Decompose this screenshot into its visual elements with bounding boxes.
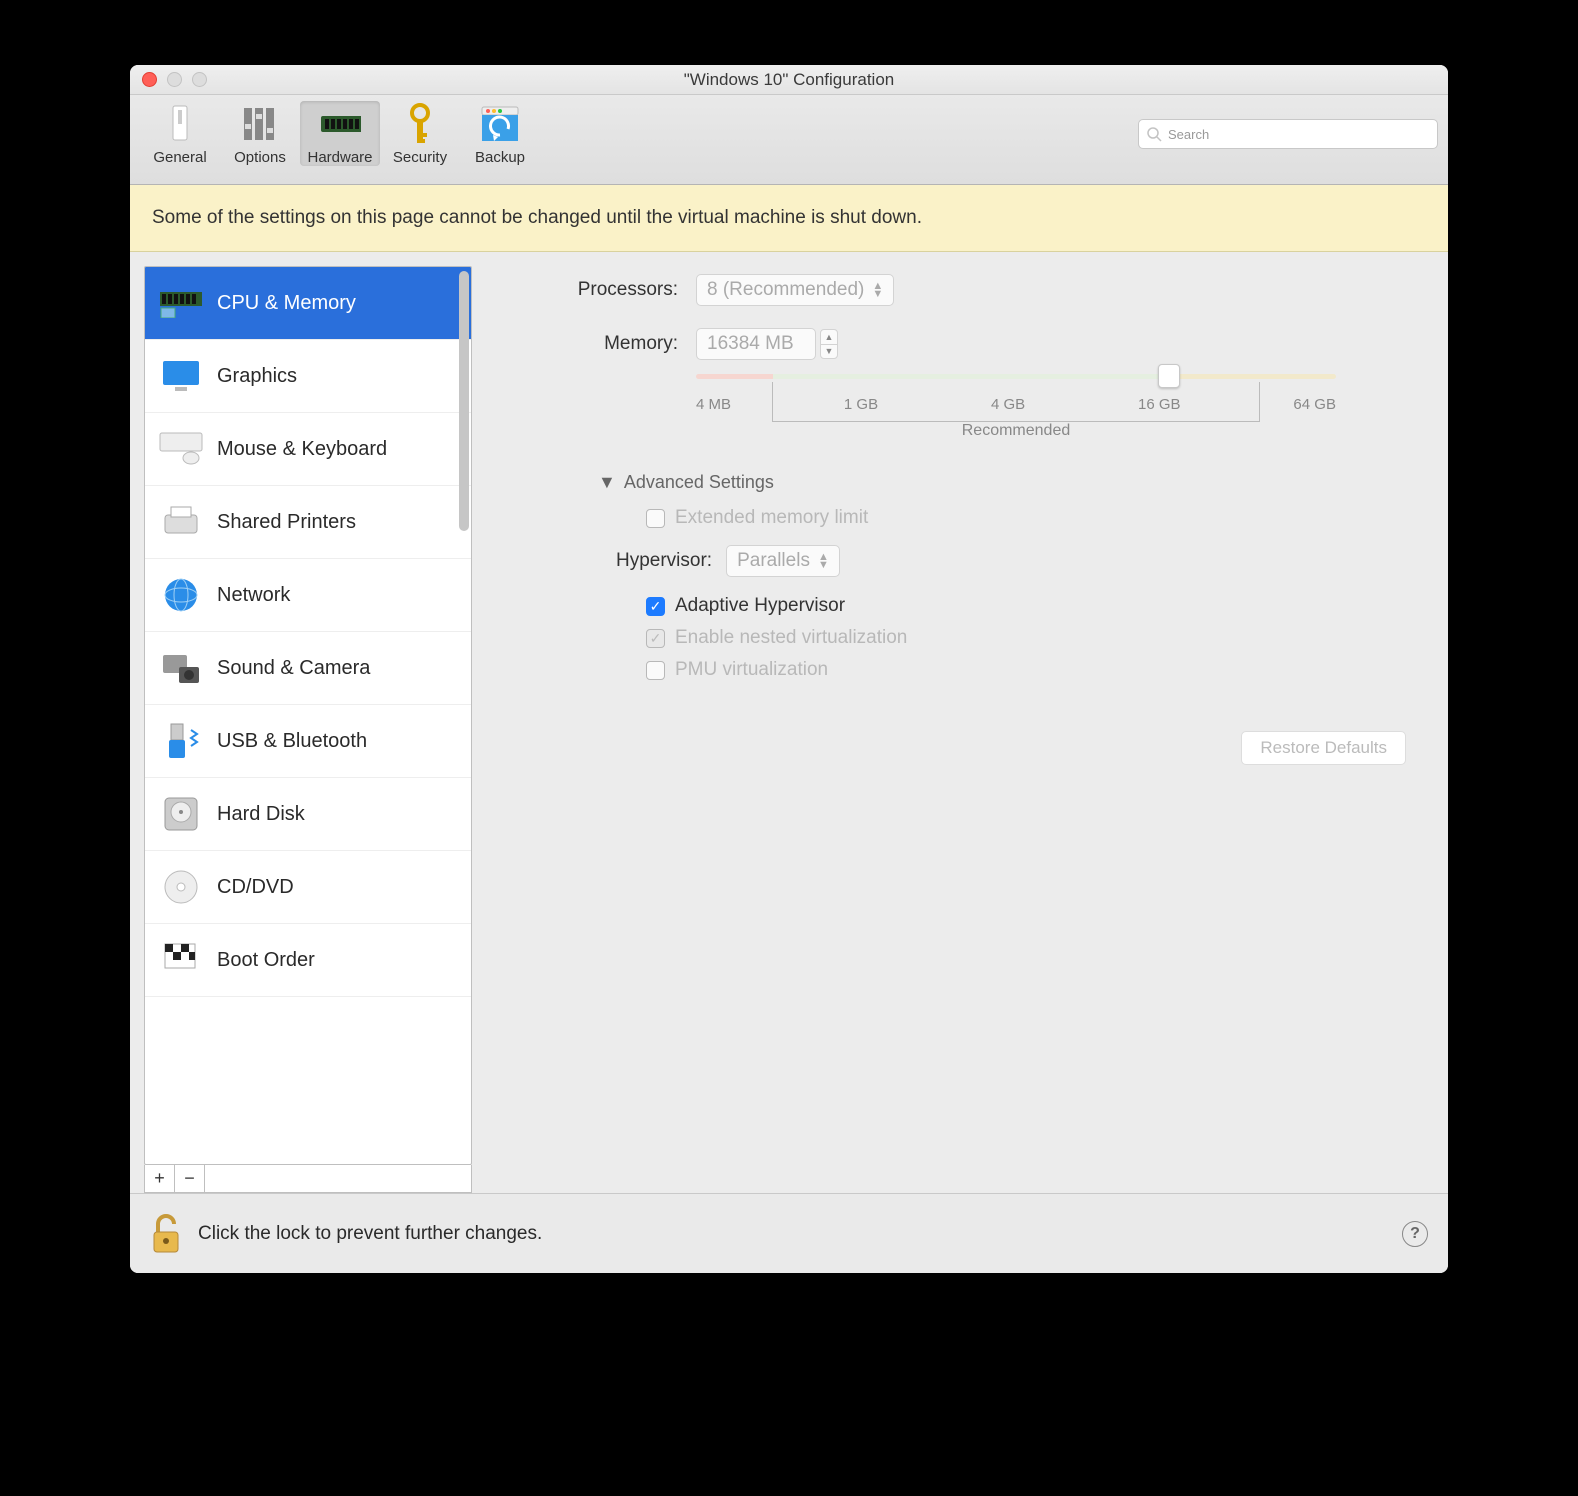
window-title: "Windows 10" Configuration (130, 70, 1448, 90)
memory-slider[interactable]: 4 MB 1 GB 4 GB 16 GB 64 GB Recommended (696, 368, 1336, 442)
footer: Click the lock to prevent further change… (130, 1193, 1448, 1273)
chevron-down-icon: ▼ (821, 345, 837, 359)
checkbox-checked-icon: ✓ (646, 597, 665, 616)
titlebar: "Windows 10" Configuration (130, 65, 1448, 95)
disc-icon (159, 865, 203, 909)
nested-virtualization-checkbox: ✓ Enable nested virtualization (646, 627, 1416, 649)
harddisk-icon (159, 792, 203, 836)
toolbar: General Options Hardware Security Backup (130, 95, 1448, 185)
sidebar-item-usb-bluetooth[interactable]: USB & Bluetooth (145, 705, 471, 778)
tab-general[interactable]: General (140, 101, 220, 166)
sidebar-item-cpu-memory[interactable]: CPU & Memory (145, 267, 471, 340)
monitor-icon (159, 354, 203, 398)
options-icon (239, 103, 281, 145)
minimize-icon (167, 72, 182, 87)
memory-label: Memory: (498, 333, 678, 355)
sidebar-scrollbar[interactable] (459, 271, 469, 531)
advanced-settings-toggle[interactable]: ▼ Advanced Settings (598, 472, 1416, 493)
adaptive-hypervisor-checkbox[interactable]: ✓ Adaptive Hypervisor (646, 595, 1416, 617)
search-icon (1147, 127, 1162, 142)
sidebar-item-shared-printers[interactable]: Shared Printers (145, 486, 471, 559)
sidebar-item-mouse-keyboard[interactable]: Mouse & Keyboard (145, 413, 471, 486)
config-window: "Windows 10" Configuration General Optio… (130, 65, 1448, 1273)
updown-icon: ▲▼ (818, 553, 829, 569)
chevron-up-icon: ▲ (821, 330, 837, 345)
slider-knob[interactable] (1158, 364, 1180, 388)
usb-icon (159, 719, 203, 763)
add-button[interactable]: + (145, 1165, 175, 1192)
hypervisor-label: Hypervisor: (616, 550, 712, 572)
checkbox-icon (646, 661, 665, 680)
search-input[interactable]: Search (1138, 119, 1438, 149)
help-button[interactable]: ? (1402, 1221, 1428, 1247)
recommended-label: Recommended (696, 422, 1336, 440)
security-icon (399, 103, 441, 145)
checkbox-checked-disabled-icon: ✓ (646, 629, 665, 648)
tab-options[interactable]: Options (220, 101, 300, 166)
restore-defaults-button[interactable]: Restore Defaults (1241, 731, 1406, 765)
sidebar-item-hard-disk[interactable]: Hard Disk (145, 778, 471, 851)
warning-banner: Some of the settings on this page cannot… (130, 185, 1448, 252)
close-icon[interactable] (142, 72, 157, 87)
extended-memory-checkbox: Extended memory limit (646, 507, 1416, 529)
hardware-sidebar: CPU & Memory Graphics Mouse & Keyboard S… (144, 266, 472, 1193)
hardware-icon (319, 103, 361, 145)
keyboard-icon (159, 427, 203, 471)
sound-icon (159, 646, 203, 690)
network-icon (159, 573, 203, 617)
sidebar-item-boot-order[interactable]: Boot Order (145, 924, 471, 997)
general-icon (159, 103, 201, 145)
remove-button[interactable]: − (175, 1165, 205, 1192)
memory-stepper[interactable]: ▲▼ (820, 329, 838, 359)
ram-icon (159, 281, 203, 325)
sidebar-item-graphics[interactable]: Graphics (145, 340, 471, 413)
sidebar-item-network[interactable]: Network (145, 559, 471, 632)
zoom-icon (192, 72, 207, 87)
traffic-lights (142, 72, 207, 87)
hypervisor-select[interactable]: Parallels ▲▼ (726, 545, 840, 577)
processors-label: Processors: (498, 279, 678, 301)
lock-open-icon[interactable] (150, 1214, 182, 1254)
tab-hardware[interactable]: Hardware (300, 101, 380, 166)
backup-icon (479, 103, 521, 145)
lock-text: Click the lock to prevent further change… (198, 1223, 542, 1245)
printer-icon (159, 500, 203, 544)
sidebar-item-sound-camera[interactable]: Sound & Camera (145, 632, 471, 705)
memory-input[interactable]: 16384 MB (696, 328, 816, 360)
pmu-virtualization-checkbox: PMU virtualization (646, 659, 1416, 681)
updown-icon: ▲▼ (872, 282, 883, 298)
sidebar-add-remove: + − (144, 1165, 472, 1193)
flag-icon (159, 938, 203, 982)
tab-backup[interactable]: Backup (460, 101, 540, 166)
processors-select[interactable]: 8 (Recommended) ▲▼ (696, 274, 894, 306)
tab-security[interactable]: Security (380, 101, 460, 166)
main-panel: Processors: 8 (Recommended) ▲▼ Memory: 1… (498, 266, 1434, 1193)
disclosure-triangle-icon: ▼ (598, 472, 616, 493)
checkbox-icon (646, 509, 665, 528)
sidebar-item-cd-dvd[interactable]: CD/DVD (145, 851, 471, 924)
hardware-list: CPU & Memory Graphics Mouse & Keyboard S… (144, 266, 472, 1165)
